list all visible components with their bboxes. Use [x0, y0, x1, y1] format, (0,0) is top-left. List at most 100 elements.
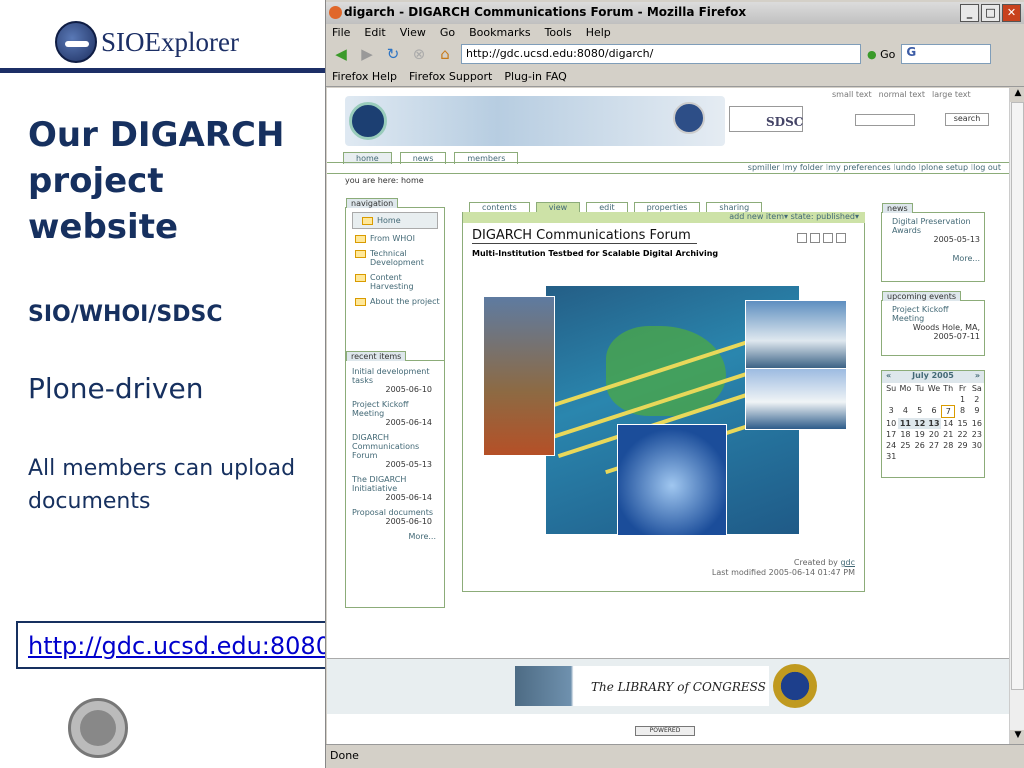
forward-arrow-icon[interactable]: ▶	[357, 45, 377, 63]
weekday: Fr	[958, 384, 967, 393]
recent-title: DIGARCH Communications Forum	[352, 433, 420, 460]
normal-text-link[interactable]: normal text	[879, 90, 925, 99]
edit-pencil-icon[interactable]	[797, 233, 807, 243]
calendar-day: 30	[971, 441, 982, 450]
reload-icon[interactable]: ↻	[383, 45, 403, 63]
menu-go[interactable]: Go	[440, 26, 455, 41]
nav-label: From WHOI	[370, 234, 415, 243]
calendar-day-today[interactable]: 7	[941, 405, 956, 418]
tab-contents[interactable]: contents	[469, 202, 530, 212]
calendar-day: 31	[886, 452, 897, 461]
scroll-up-icon[interactable]: ▲	[1010, 88, 1024, 102]
weekday: Tu	[915, 384, 925, 393]
address-bar[interactable]: http://gdc.ucsd.edu:8080/digarch/	[461, 44, 861, 64]
large-text-link[interactable]: large text	[932, 90, 971, 99]
news-more-link[interactable]: More...	[892, 254, 980, 263]
tab-edit[interactable]: edit	[586, 202, 628, 212]
slide-subtitle: SIO/WHOI/SDSC	[28, 302, 223, 327]
plone-powered-badge[interactable]: POWERED	[635, 726, 695, 736]
slide-members-text: All members can upload documents	[28, 456, 296, 514]
recent-title: Project Kickoff Meeting	[352, 400, 409, 418]
news-title: Digital Preservation Awards	[892, 217, 971, 235]
event-item[interactable]: Project Kickoff Meeting Woods Hole, MA, …	[882, 301, 984, 341]
menu-help[interactable]: Help	[586, 26, 611, 41]
calendar-day: 15	[957, 419, 968, 428]
bookmark-plugin-faq[interactable]: Plug-in FAQ	[504, 70, 566, 86]
calendar-week: 31	[882, 451, 984, 462]
menu-tools[interactable]: Tools	[545, 26, 572, 41]
tab-sharing[interactable]: sharing	[706, 202, 763, 212]
weekday: We	[927, 384, 941, 393]
scroll-thumb[interactable]	[1011, 102, 1024, 690]
nav-item-about-project[interactable]: About the project	[346, 294, 444, 309]
bookmark-firefox-help[interactable]: Firefox Help	[332, 70, 397, 86]
calendar-day-event[interactable]: 13	[926, 418, 942, 429]
document-byline: Created by gdc Last modified 2005-06-14 …	[667, 558, 855, 578]
menu-view[interactable]: View	[400, 26, 426, 41]
menu-bookmarks[interactable]: Bookmarks	[469, 26, 530, 41]
recent-item[interactable]: Proposal documents 2005-06-10	[346, 502, 444, 526]
stop-icon[interactable]: ⊗	[409, 45, 429, 63]
calendar-prev[interactable]: «	[886, 371, 891, 380]
minimize-button[interactable]: _	[960, 4, 979, 22]
recent-item[interactable]: Initial development tasks 2005-06-10	[346, 361, 444, 394]
site-search-input[interactable]	[855, 114, 915, 126]
site-search-button[interactable]: search	[945, 113, 989, 126]
email-icon[interactable]	[810, 233, 820, 243]
home-icon[interactable]: ⌂	[435, 45, 455, 63]
recent-more-link[interactable]: More...	[346, 526, 444, 541]
calendar-day: 2	[974, 395, 980, 404]
folder-icon	[355, 235, 366, 243]
calendar-header: « July 2005 »	[882, 371, 984, 383]
recent-title: Initial development tasks	[352, 367, 430, 385]
scroll-down-icon[interactable]: ▼	[1010, 730, 1024, 744]
nav-item-content-harvesting[interactable]: Content Harvesting	[346, 270, 444, 294]
text-size-links: small text normal text large text	[832, 90, 971, 99]
recent-item[interactable]: DIGARCH Communications Forum 2005-05-13	[346, 427, 444, 469]
small-text-link[interactable]: small text	[832, 90, 872, 99]
maximize-button[interactable]: □	[981, 4, 1000, 22]
recent-item[interactable]: The DIGARCH Initiatiative 2005-06-14	[346, 469, 444, 502]
recent-item[interactable]: Project Kickoff Meeting 2005-06-14	[346, 394, 444, 427]
calendar-next[interactable]: »	[975, 371, 980, 380]
sio-globe-icon	[55, 21, 97, 63]
folder-icon	[355, 250, 366, 258]
weekday: Sa	[971, 384, 982, 393]
calendar-day: 24	[886, 441, 897, 450]
recent-portlet-title: recent items	[346, 351, 407, 361]
back-arrow-icon[interactable]: ◀	[331, 45, 351, 63]
content-action-bar[interactable]: add new item▾ state: published▾	[463, 212, 865, 223]
news-item[interactable]: Digital Preservation Awards 2005-05-13 M…	[882, 213, 984, 263]
slide-plone-text: Plone-driven	[28, 372, 204, 405]
calendar-day-event[interactable]: 11	[898, 418, 913, 429]
vertical-scrollbar[interactable]: ▲ ▼	[1009, 88, 1024, 744]
tab-view[interactable]: view	[535, 202, 581, 212]
user-actions-bar[interactable]: spmiller ⁝my folder ⁝my preferences ⁝und…	[327, 162, 1009, 174]
calendar-day-event[interactable]: 12	[912, 418, 927, 429]
site-logo-icon[interactable]	[349, 102, 387, 140]
go-arrow-icon: ●	[867, 47, 881, 61]
recent-date: 2005-06-10	[385, 385, 433, 394]
menu-file[interactable]: File	[332, 26, 350, 41]
bookmarks-toolbar: Firefox Help Firefox Support Plug-in FAQ	[326, 67, 1024, 87]
events-portlet: upcoming events Project Kickoff Meeting …	[881, 291, 985, 356]
nav-item-home[interactable]: Home	[352, 212, 438, 229]
calendar-week: 12	[882, 394, 984, 405]
print-icon[interactable]	[823, 233, 833, 243]
navigation-toolbar: ◀ ▶ ↻ ⊗ ⌂ http://gdc.ucsd.edu:8080/digar…	[326, 41, 1024, 67]
calendar-day: 8	[960, 406, 966, 415]
nav-item-technical-development[interactable]: Technical Development	[346, 246, 444, 270]
nsf-logo-icon	[773, 664, 817, 708]
bookmark-firefox-support[interactable]: Firefox Support	[409, 70, 492, 86]
close-button[interactable]: ✕	[1002, 4, 1021, 22]
menu-edit[interactable]: Edit	[364, 26, 385, 41]
creator-link[interactable]: gdc	[840, 558, 855, 567]
calendar-day	[898, 394, 912, 405]
tab-properties[interactable]: properties	[633, 202, 701, 212]
nav-item-from-whoi[interactable]: From WHOI	[346, 231, 444, 246]
google-search-box[interactable]: G	[901, 44, 992, 64]
slide-title: Our DIGARCH project website	[28, 115, 285, 247]
go-button[interactable]: ● Go	[867, 48, 895, 61]
calendar-day: 23	[971, 430, 982, 439]
info-icon[interactable]	[836, 233, 846, 243]
